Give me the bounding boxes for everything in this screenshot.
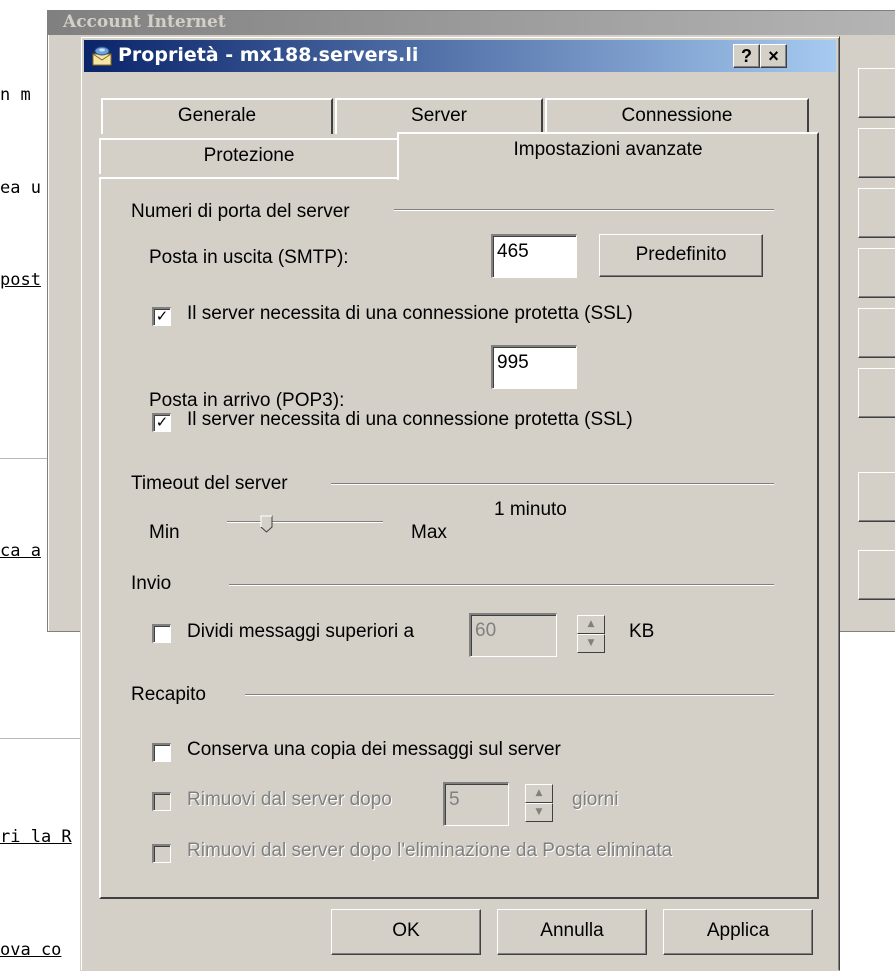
- background-link[interactable]: ova co: [0, 940, 61, 960]
- timeout-group-divider: [331, 483, 774, 485]
- tab-connessione[interactable]: Connessione: [545, 98, 809, 134]
- remove-after-days-input[interactable]: 5: [443, 782, 509, 826]
- account-side-button[interactable]: [858, 368, 895, 418]
- spin-up-icon[interactable]: ▲: [577, 615, 605, 634]
- keep-copy-checkbox[interactable]: [152, 743, 171, 762]
- timeout-value-label: 1 minuto: [494, 499, 567, 520]
- apply-button[interactable]: Applica: [663, 909, 813, 955]
- tab-impostazioni-avanzate[interactable]: Impostazioni avanzate: [397, 132, 819, 180]
- days-label: giorni: [572, 789, 619, 810]
- account-side-button[interactable]: [858, 472, 895, 522]
- smtp-port-label: Posta in uscita (SMTP):: [149, 247, 349, 268]
- account-side-button[interactable]: [858, 128, 895, 178]
- smtp-ssl-label: Il server necessita di una connessione p…: [187, 303, 633, 324]
- timeout-min-label: Min: [149, 522, 180, 543]
- mail-account-icon: [92, 46, 112, 66]
- help-button[interactable]: ?: [733, 44, 760, 68]
- pop3-ssl-checkbox[interactable]: ✓: [152, 413, 171, 432]
- delivery-group-divider: [245, 694, 774, 696]
- check-icon: ✓: [155, 307, 169, 325]
- timeout-group-label: Timeout del server: [131, 473, 288, 494]
- background-text: n m: [0, 85, 31, 105]
- split-size-unit: KB: [629, 621, 655, 642]
- remove-after-days-spinner[interactable]: ▲ ▼: [525, 784, 553, 822]
- spin-down-icon[interactable]: ▼: [525, 803, 553, 822]
- account-side-button[interactable]: [858, 68, 895, 118]
- split-messages-checkbox[interactable]: [152, 624, 171, 643]
- sending-group-label: Invio: [131, 573, 172, 594]
- check-icon: ✓: [155, 413, 169, 431]
- default-ports-button[interactable]: Predefinito: [599, 234, 763, 277]
- background-link[interactable]: ri la R: [0, 827, 72, 847]
- properties-dialog: Proprietà - mx188.servers.li ? × General…: [80, 36, 840, 971]
- pop3-port-input[interactable]: 995: [491, 345, 577, 389]
- background-link[interactable]: post: [0, 270, 41, 290]
- dialog-title: Proprietà - mx188.servers.li: [118, 44, 419, 66]
- smtp-ssl-checkbox[interactable]: ✓: [152, 307, 171, 326]
- tab-protezione[interactable]: Protezione: [99, 138, 399, 174]
- timeout-slider[interactable]: [227, 515, 387, 533]
- close-button[interactable]: ×: [760, 44, 787, 68]
- pop3-ssl-label: Il server necessita di una connessione p…: [187, 409, 633, 430]
- account-internet-title: Account Internet: [48, 11, 895, 35]
- account-side-button[interactable]: [858, 308, 895, 358]
- keep-copy-label: Conserva una copia dei messaggi sul serv…: [187, 739, 561, 760]
- cancel-button[interactable]: Annulla: [497, 909, 647, 955]
- split-messages-label: Dividi messaggi superiori a: [187, 621, 415, 642]
- account-side-button[interactable]: [858, 248, 895, 298]
- ok-button[interactable]: OK: [331, 909, 481, 955]
- spin-down-icon[interactable]: ▼: [577, 634, 605, 653]
- split-size-spinner[interactable]: ▲ ▼: [577, 615, 605, 653]
- slider-thumb[interactable]: [260, 515, 274, 533]
- spin-up-icon[interactable]: ▲: [525, 784, 553, 803]
- remove-deleted-checkbox[interactable]: [152, 844, 171, 863]
- split-size-input[interactable]: 60: [469, 613, 557, 657]
- timeout-max-label: Max: [411, 522, 447, 543]
- remove-deleted-label: Rimuovi dal server dopo l'eliminazione d…: [187, 840, 673, 861]
- account-side-button[interactable]: [858, 188, 895, 238]
- tab-server[interactable]: Server: [335, 98, 543, 134]
- delivery-group-label: Recapito: [131, 684, 206, 705]
- ports-group-label: Numeri di porta del server: [131, 201, 350, 222]
- sending-group-divider: [229, 584, 774, 586]
- tab-generale[interactable]: Generale: [101, 98, 333, 134]
- background-text: ea u: [0, 178, 41, 198]
- remove-after-label: Rimuovi dal server dopo: [187, 789, 392, 810]
- background-link[interactable]: ca a: [0, 541, 41, 561]
- remove-after-checkbox[interactable]: [152, 792, 171, 811]
- account-side-button[interactable]: [858, 550, 895, 600]
- smtp-port-input[interactable]: 465: [491, 234, 577, 278]
- slider-track: [227, 521, 383, 523]
- dialog-titlebar[interactable]: Proprietà - mx188.servers.li ? ×: [84, 40, 836, 72]
- ports-group-divider: [394, 209, 774, 211]
- background-divider: [0, 738, 85, 739]
